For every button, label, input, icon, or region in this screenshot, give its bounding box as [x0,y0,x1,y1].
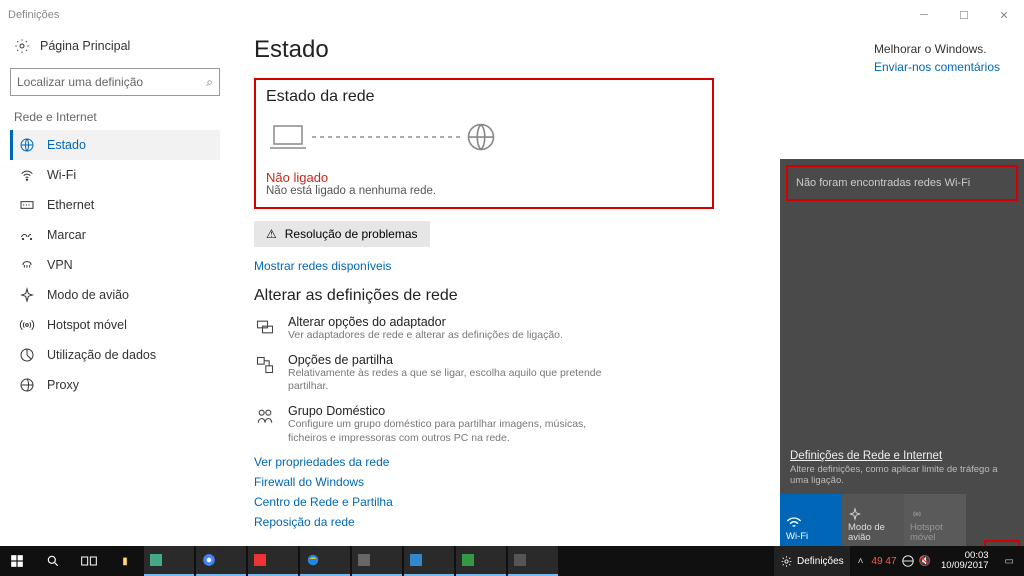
search-icon: ⌕ [206,75,213,90]
task-ie[interactable] [300,546,350,576]
search-button[interactable] [36,546,70,576]
app-icon [514,554,526,566]
task-4[interactable] [404,546,454,576]
sidebar-item-estado[interactable]: Estado [10,130,220,160]
home-link[interactable]: Página Principal [10,30,220,62]
explorer-button[interactable]: ▮ [108,546,142,576]
gear-icon [14,38,30,54]
sidebar-item-hotspot[interactable]: Hotspot móvel [10,310,220,340]
chrome-icon [202,553,216,567]
hotspot-tile[interactable]: Hotspot móvel [904,494,966,546]
sidebar-item-vpn[interactable]: VPN [10,250,220,280]
sidebar-item-ethernet[interactable]: Ethernet [10,190,220,220]
sidebar-item-airplane[interactable]: Modo de avião [10,280,220,310]
not-connected-sub: Não está ligado a nenhuma rede. [266,185,702,197]
no-wifi-label: Não foram encontradas redes Wi-Fi [796,177,970,189]
sharing-icon [254,353,276,394]
sidebar-item-proxy[interactable]: Proxy [10,370,220,400]
app-icon [462,554,474,566]
start-button[interactable] [0,546,34,576]
maximize-button[interactable]: ☐ [944,0,984,30]
tray-volume-icon[interactable]: 🔇 [919,556,931,567]
app-icon [358,554,370,566]
network-settings-link[interactable]: Definições de Rede e Internet [780,450,1024,462]
app-icon [254,554,266,566]
sidebar-item-data-usage[interactable]: Utilização de dados [10,340,220,370]
globe-icon [466,122,496,152]
window-title: Definições [8,9,59,21]
airplane-icon [19,287,35,303]
temps: 49 47 [872,556,897,567]
hotspot-icon [910,507,924,521]
data-icon [19,347,35,363]
ethernet-icon [19,197,35,213]
feedback-link[interactable]: Enviar-nos comentários [874,60,1000,74]
homegroup-icon [254,404,276,445]
improve-label: Melhorar o Windows. [874,42,1000,56]
airplane-tile[interactable]: Modo de avião [842,494,904,546]
search-placeholder: Localizar uma definição [17,75,143,89]
wifi-tile[interactable]: Wi-Fi [780,494,842,546]
task-5[interactable] [456,546,506,576]
category-label: Rede e Internet [14,110,216,124]
action-center-button[interactable]: ▭ [999,556,1020,567]
warning-icon: ⚠ [266,227,277,241]
task-6[interactable] [508,546,558,576]
troubleshoot-button[interactable]: ⚠ Resolução de problemas [254,221,430,247]
ie-icon [306,553,320,567]
dialup-icon [19,227,35,243]
feedback-panel: Melhorar o Windows. Enviar-nos comentári… [874,42,1000,74]
tray-chevron[interactable]: ˄ [854,556,868,567]
task-1[interactable] [144,546,194,576]
taskview-button[interactable] [72,546,106,576]
dashed-line-icon [312,134,462,140]
search-input[interactable]: Localizar uma definição ⌕ [10,68,220,96]
wifi-icon [786,517,802,529]
close-button[interactable]: ✕ [984,0,1024,30]
task-chrome[interactable] [196,546,246,576]
proxy-icon [19,377,35,393]
clock[interactable]: 00:03 10/09/2017 [935,551,995,572]
gear-icon [780,555,793,568]
network-settings-sub: Altere definições, como aplicar limite d… [780,462,1024,494]
no-wifi-highlight: Não foram encontradas redes Wi-Fi [786,165,1018,201]
wifi-flyout: Não foram encontradas redes Wi-Fi Defini… [780,159,1024,546]
app-icon [410,554,422,566]
settings-taskbar-button[interactable]: Definições [774,546,850,576]
titlebar: Definições ─ ☐ ✕ [0,0,1024,30]
network-status-heading: Estado da rede [266,88,702,106]
sidebar: Página Principal Localizar uma definição… [0,30,230,546]
sidebar-item-marcar[interactable]: Marcar [10,220,220,250]
task-3[interactable] [352,546,402,576]
sidebar-item-wifi[interactable]: Wi-Fi [10,160,220,190]
globe-icon [19,137,35,153]
app-icon [150,554,162,566]
network-status-highlight: Estado da rede Não ligado Não está ligad… [254,78,714,209]
network-diagram [266,116,702,164]
quick-tiles: Wi-Fi Modo de avião Hotspot móvel [780,494,1024,546]
wifi-icon [19,167,35,183]
adapter-icon [254,315,276,343]
taskbar: ▮ Definições ˄ 49 47 🔇 00:03 10/09/2017 … [0,546,1024,576]
home-label: Página Principal [40,39,130,53]
hotspot-icon [19,317,35,333]
laptop-icon [268,122,308,152]
airplane-icon [848,507,862,521]
vpn-icon [19,257,35,273]
not-connected-label: Não ligado [266,170,702,185]
tray-network-icon[interactable] [901,554,915,568]
task-2[interactable] [248,546,298,576]
minimize-button[interactable]: ─ [904,0,944,30]
